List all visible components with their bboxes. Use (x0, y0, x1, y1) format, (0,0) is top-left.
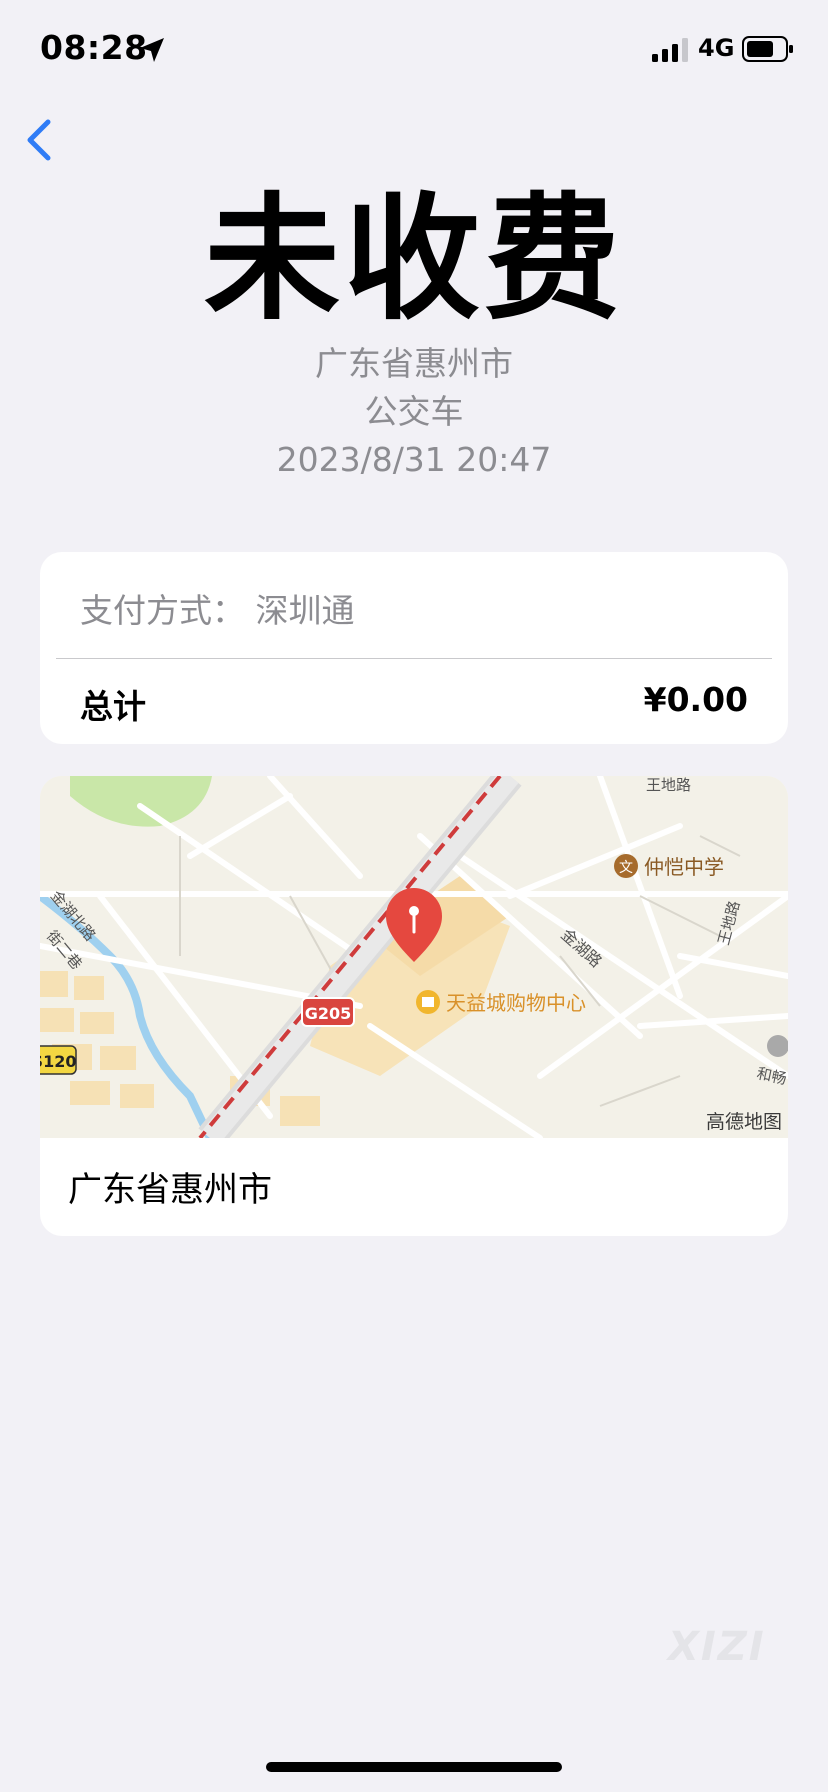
battery-icon (742, 36, 793, 62)
svg-text:S120: S120 (40, 1052, 76, 1071)
cellular-signal-icon (652, 38, 688, 62)
map-location-label: 广东省惠州市 (68, 1170, 272, 1210)
network-type: 4G (698, 34, 735, 62)
status-time: 08:28 (40, 28, 148, 67)
poi-dot-icon (767, 1035, 788, 1057)
payment-method: 支付方式： 深圳通 (80, 591, 355, 630)
chevron-left-icon (27, 119, 51, 161)
divider (56, 658, 772, 659)
g205-shield: G205 (301, 997, 355, 1027)
svg-text:G205: G205 (305, 1004, 352, 1023)
map-card[interactable]: G205 S120 金湖路 金湖北路 街二巷 王地路 王地路 和畅 文 仲恺中学 (40, 776, 788, 1236)
svg-text:天益城购物中心: 天益城购物中心 (446, 991, 586, 1015)
total-label: 总计 (80, 687, 146, 726)
location-text: 广东省惠州市 (315, 344, 513, 383)
transaction-datetime: 2023/8/31 20:47 (276, 440, 552, 479)
header: 未收费 广东省惠州市 公交车 2023/8/31 20:47 (0, 180, 828, 484)
watermark: XIZI (668, 1624, 766, 1670)
transport-type: 公交车 (364, 392, 464, 431)
map-canvas: G205 S120 金湖路 金湖北路 街二巷 王地路 王地路 和畅 文 仲恺中学 (40, 776, 788, 1138)
back-button[interactable] (20, 112, 60, 168)
status-bar: 08:28 4G (0, 0, 828, 100)
location-arrow-icon (140, 38, 164, 62)
school-poi: 文 仲恺中学 (614, 854, 724, 879)
home-indicator[interactable] (266, 1762, 562, 1772)
s120-shield: S120 (40, 1045, 77, 1075)
page-title: 未收费 (204, 181, 624, 339)
svg-text:仲恺中学: 仲恺中学 (644, 855, 724, 879)
svg-text:文: 文 (619, 860, 633, 876)
svg-text:王地路: 王地路 (646, 776, 691, 794)
map-attribution: 高德地图 (706, 1111, 782, 1133)
total-value: ¥0.00 (643, 680, 748, 719)
map-view[interactable]: G205 S120 金湖路 金湖北路 街二巷 王地路 王地路 和畅 文 仲恺中学 (40, 776, 788, 1138)
payment-card: 支付方式： 深圳通 总计 ¥0.00 (40, 552, 788, 744)
